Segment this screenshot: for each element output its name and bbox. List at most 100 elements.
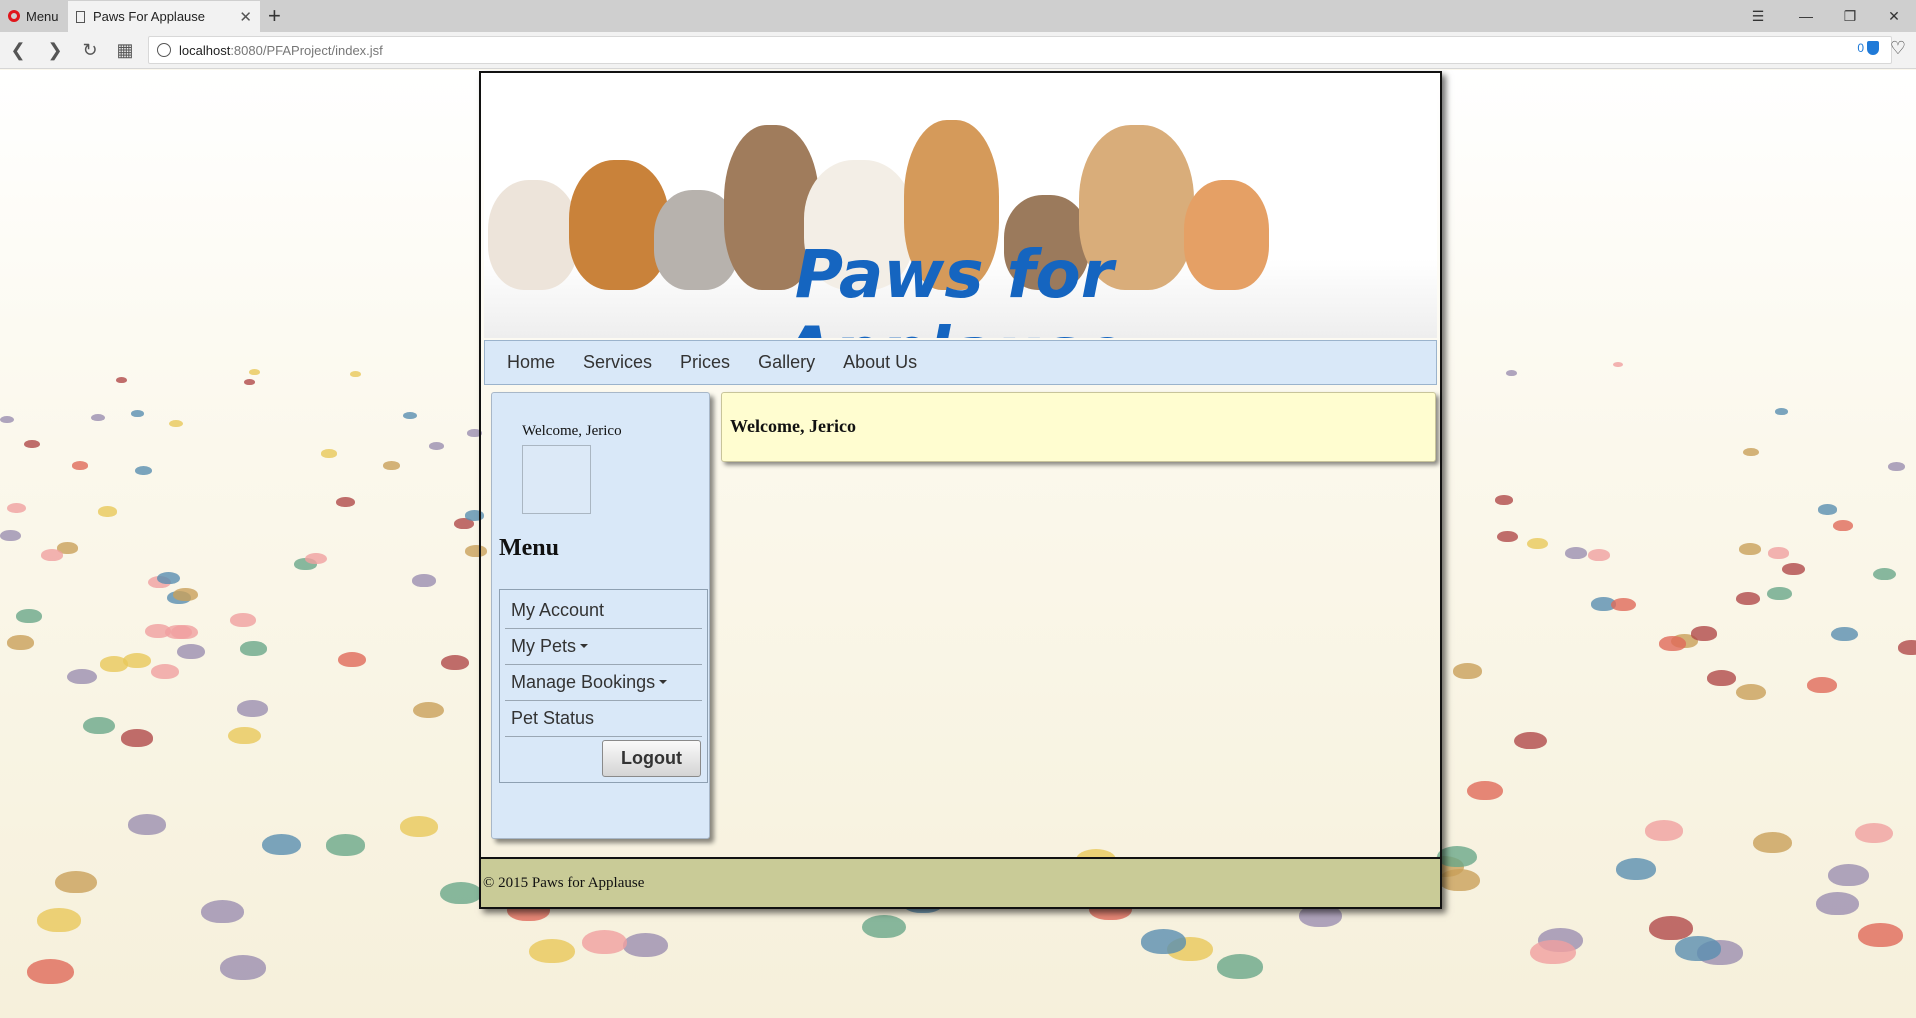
nav-gallery[interactable]: Gallery — [758, 352, 815, 373]
paw-print — [177, 644, 206, 660]
nav-about-us[interactable]: About Us — [843, 352, 917, 373]
paw-print — [1496, 530, 1518, 542]
paw-print — [1706, 669, 1736, 686]
close-tab-icon[interactable]: ✕ — [239, 8, 252, 26]
minimize-button[interactable]: — — [1784, 0, 1828, 32]
paw-print — [337, 652, 366, 668]
address-toolbar: ❮ ❯ ↻ ▦ localhost:8080/PFAProject/index.… — [0, 32, 1916, 69]
browser-menu-button[interactable]: Menu — [0, 0, 68, 32]
browser-tab-active[interactable]: Paws For Applause ✕ — [68, 1, 260, 32]
paw-print — [412, 574, 436, 588]
paw-print — [239, 641, 268, 657]
paw-print — [1752, 832, 1792, 854]
adblock-badge[interactable]: 0 — [1857, 41, 1879, 55]
close-window-button[interactable]: ✕ — [1872, 0, 1916, 32]
page-viewport: Paws for Applause Home Services Prices G… — [0, 70, 1916, 1018]
paw-print — [0, 415, 15, 424]
bookmark-heart-icon[interactable]: ♡ — [1890, 38, 1906, 59]
caret-down-icon — [580, 643, 589, 648]
tab-title: Paws For Applause — [93, 9, 206, 24]
paw-print — [1612, 361, 1624, 368]
paw-print — [91, 414, 105, 422]
paw-print — [1644, 819, 1683, 841]
paw-print — [1216, 953, 1264, 979]
new-tab-button[interactable]: + — [268, 3, 281, 29]
paw-print — [1648, 916, 1693, 940]
paw-print — [261, 834, 301, 856]
menu-item-my-account[interactable]: My Account — [505, 593, 702, 629]
paw-print — [41, 548, 64, 561]
paw-print — [1739, 543, 1761, 555]
paw-print — [1675, 936, 1721, 961]
paw-print — [428, 441, 445, 450]
menu-item-manage-bookings[interactable]: Manage Bookings — [505, 665, 702, 701]
paw-print — [173, 588, 198, 602]
paw-print — [122, 652, 151, 669]
opera-logo-icon — [8, 10, 20, 22]
paw-print — [400, 816, 439, 837]
paw-print — [581, 929, 627, 954]
paw-print — [1141, 929, 1187, 954]
site-container: Paws for Applause Home Services Prices G… — [479, 71, 1442, 909]
top-navigation: Home Services Prices Gallery About Us — [484, 340, 1437, 385]
paw-print — [1827, 864, 1869, 887]
paw-print — [1611, 597, 1637, 612]
paw-print — [320, 449, 337, 458]
paw-print — [1438, 869, 1481, 892]
paw-print — [127, 814, 166, 835]
paw-print — [1565, 547, 1587, 560]
paw-print — [71, 461, 89, 471]
menu-item-label: Pet Status — [511, 708, 595, 728]
paw-print — [440, 655, 469, 671]
paw-print — [1494, 494, 1514, 505]
paw-print — [200, 900, 245, 924]
paw-print — [1897, 640, 1916, 655]
paw-print — [1437, 845, 1478, 868]
menu-item-pet-status[interactable]: Pet Status — [505, 701, 702, 737]
paw-print — [1767, 546, 1790, 559]
logout-button[interactable]: Logout — [602, 740, 701, 777]
welcome-heading: Welcome, Jerico — [730, 416, 856, 436]
nav-prices[interactable]: Prices — [680, 352, 730, 373]
paw-print — [412, 701, 444, 719]
paw-print — [1858, 923, 1903, 948]
paw-print — [1735, 591, 1761, 605]
paw-print — [622, 933, 668, 958]
avatar — [522, 445, 591, 514]
paw-print — [529, 938, 575, 964]
reload-icon[interactable]: ↻ — [77, 37, 103, 63]
nav-home[interactable]: Home — [507, 352, 555, 373]
paw-print — [1453, 663, 1483, 679]
paw-print — [1831, 626, 1858, 641]
forward-icon[interactable]: ❯ — [42, 37, 68, 63]
paw-print — [219, 954, 267, 980]
sidebar-menu: My Account My Pets Manage Bookings Pet S… — [499, 589, 708, 783]
paw-print — [55, 870, 97, 893]
paw-print — [336, 497, 355, 508]
paw-print — [1743, 447, 1760, 457]
restore-button[interactable]: ❐ — [1828, 0, 1872, 32]
paw-print — [249, 368, 260, 375]
paw-print — [116, 376, 128, 383]
menu-item-label: Manage Bookings — [511, 672, 656, 692]
blocked-count: 0 — [1857, 41, 1864, 55]
address-field[interactable]: localhost:8080/PFAProject/index.jsf 0 — [148, 36, 1892, 64]
paw-print — [1854, 822, 1894, 844]
speed-dial-icon[interactable]: ▦ — [112, 37, 138, 63]
paw-print — [82, 716, 115, 735]
paw-print — [305, 552, 328, 565]
paw-print — [862, 914, 907, 939]
paw-print — [150, 663, 180, 680]
paw-print — [1872, 568, 1896, 581]
nav-services[interactable]: Services — [583, 352, 652, 373]
paw-print — [156, 571, 180, 585]
paw-print — [1817, 504, 1837, 515]
tab-menu-icon[interactable]: ☰ — [1736, 0, 1780, 32]
site-title: Paws for Applause — [782, 236, 1126, 338]
paw-print — [1690, 626, 1718, 641]
menu-item-my-pets[interactable]: My Pets — [505, 629, 702, 665]
paw-print — [237, 700, 269, 717]
paw-print — [1530, 939, 1576, 965]
paw-print — [1467, 780, 1504, 800]
back-icon[interactable]: ❮ — [5, 37, 31, 63]
